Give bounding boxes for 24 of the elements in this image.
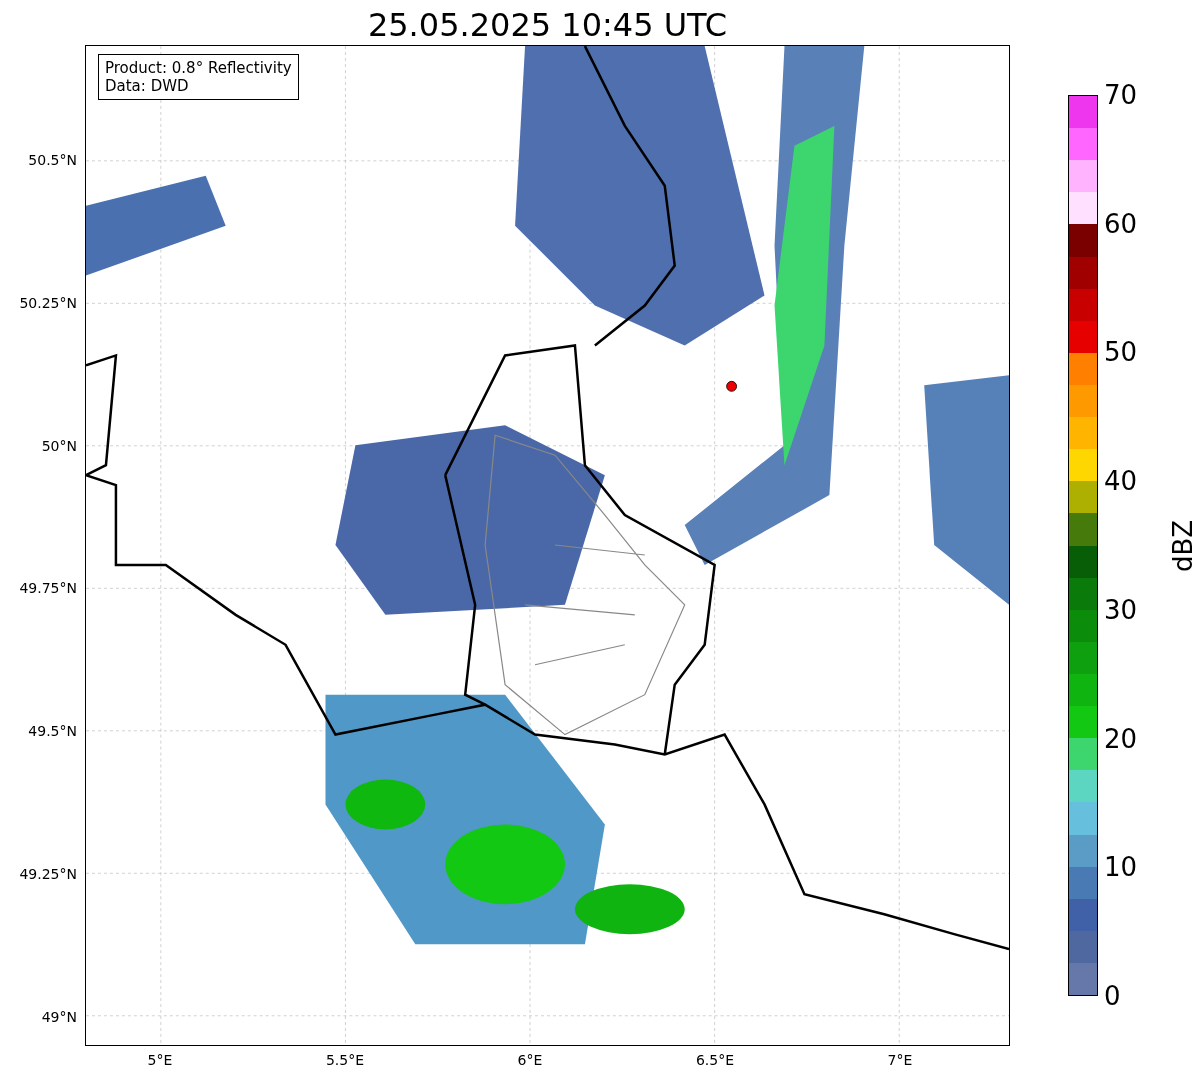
longitude-label: 6.5°E	[695, 1052, 735, 1068]
longitude-label: 5°E	[147, 1052, 173, 1068]
latitude-label: 49°N	[41, 1008, 77, 1025]
colorbar-tick-label: 70	[1104, 80, 1138, 110]
longitude-label: 6°E	[517, 1052, 543, 1068]
colorbar-tick-label: 0	[1104, 981, 1121, 1011]
longitude-label: 7°E	[887, 1052, 913, 1068]
colorbar-tick-label: 60	[1104, 208, 1138, 239]
colorbar-tick-label: 20	[1104, 723, 1138, 754]
colorbar-tick-label: 50	[1104, 337, 1138, 368]
latitude-label: 50°N	[41, 437, 77, 454]
colorbar-tick-label: 40	[1104, 466, 1138, 497]
colorbar-label: dBZ	[1168, 519, 1198, 572]
latitude-label: 50.5°N	[28, 152, 77, 168]
longitude-label: 5.5°E	[325, 1052, 365, 1068]
info-text: Product: 0.8° Reflectivity	[105, 59, 292, 77]
info-text: Data: DWD	[105, 77, 190, 95]
latitude-label: 49.25°N	[19, 866, 77, 882]
latitude-label: 49.5°N	[28, 723, 77, 740]
colorbar-tick-label: 30	[1104, 594, 1138, 625]
latitude-label: 50.25°N	[19, 294, 77, 311]
latitude-label: 49.75°N	[19, 580, 77, 597]
chart-title: 25.05.2025 10:45 UTC	[367, 7, 728, 45]
colorbar-tick-label: 10	[1104, 852, 1138, 883]
